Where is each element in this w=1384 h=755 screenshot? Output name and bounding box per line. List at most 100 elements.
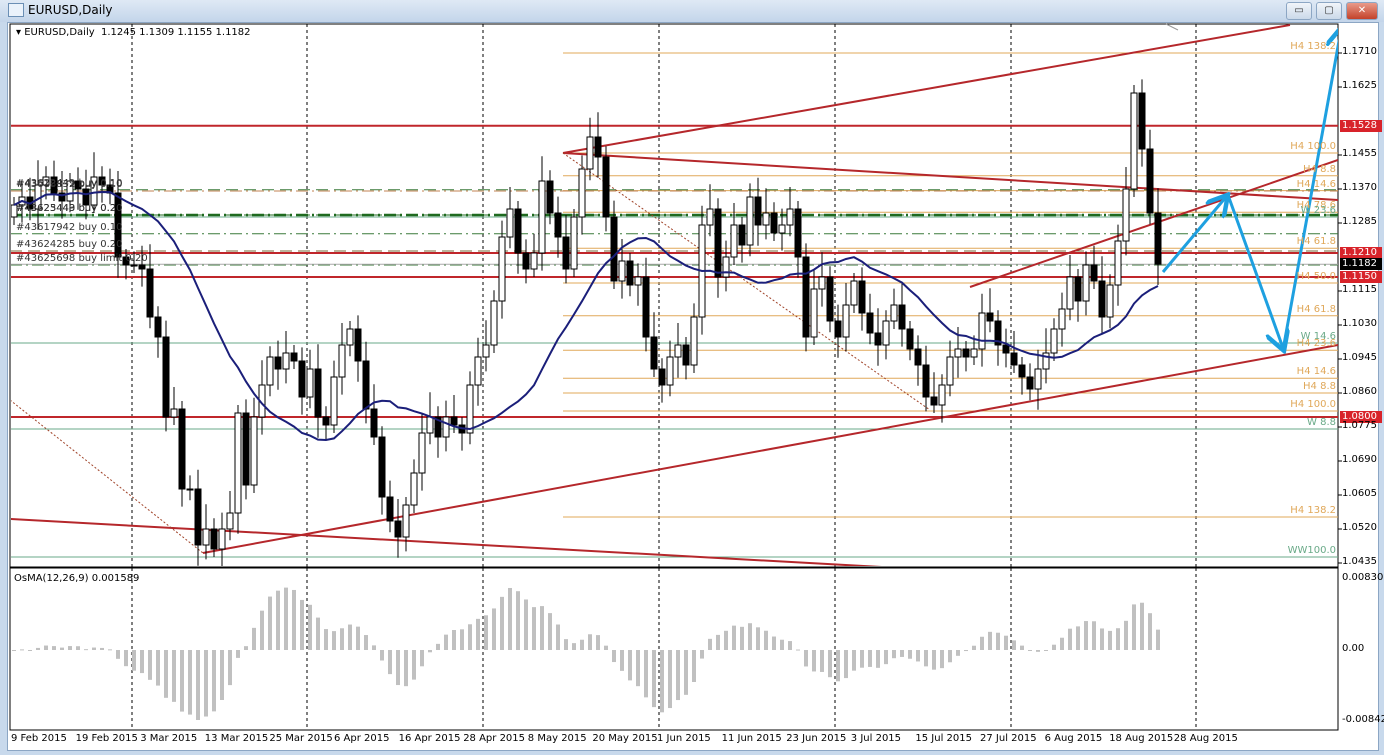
candle (554, 196, 562, 258)
osma-bar (140, 650, 144, 674)
osma-bar (20, 649, 24, 651)
candle (1130, 85, 1138, 197)
osma-bar (1124, 620, 1128, 650)
candle (1146, 129, 1154, 225)
candle (898, 283, 906, 347)
date-axis-label: 25 Mar 2015 (269, 733, 333, 744)
candle (354, 315, 362, 382)
candle (226, 491, 234, 541)
osma-bar (972, 645, 976, 650)
osma-bar (988, 631, 992, 650)
osma-bar (684, 650, 688, 695)
osma-bar (292, 589, 296, 650)
order-label[interactable]: #43623443 buy 0.20 (16, 203, 123, 214)
order-label[interactable]: #43617942 buy 0.10 (16, 222, 123, 233)
osma-bar (100, 647, 104, 650)
osma-bar (828, 650, 832, 678)
candle (266, 346, 274, 397)
candle (810, 269, 818, 345)
price-axis-label: 1.1370 (1342, 182, 1377, 193)
osma-bar (316, 617, 320, 650)
osma-bar (660, 650, 664, 713)
order-label[interactable]: #43622449 buy 0.10 (16, 178, 123, 189)
chart-shift-marker[interactable] (1165, 23, 1179, 31)
candle (994, 310, 1002, 366)
candle (434, 406, 442, 458)
candle (138, 245, 146, 287)
fib-baseline-dotted[interactable] (562, 152, 931, 411)
osma-bar (804, 650, 808, 667)
candle (1002, 328, 1010, 368)
candle (626, 253, 634, 297)
osma-bar (724, 630, 728, 650)
support-resistance-lines[interactable] (10, 124, 1338, 418)
date-axis-label: 28 Aug 2015 (1173, 733, 1238, 744)
projection-arrow-up-1[interactable] (1161, 197, 1226, 273)
osma-bar (1076, 626, 1080, 650)
candle (314, 344, 322, 438)
osma-bar (764, 630, 768, 650)
osma-bar (436, 643, 440, 650)
fib-level-label: WW100.0 (1287, 545, 1336, 556)
osma-bar (708, 638, 712, 650)
osma-bar (468, 624, 472, 650)
candle (562, 215, 570, 284)
fib-level-label: H4 100.0 (1290, 399, 1336, 410)
price-axis-label: 1.0435 (1342, 556, 1377, 567)
candle (674, 323, 682, 378)
candle (178, 401, 186, 507)
osma-bar (532, 607, 536, 650)
osma-bar (380, 650, 384, 661)
candle (642, 257, 650, 352)
price-chart[interactable] (0, 0, 1384, 755)
candle (962, 341, 970, 372)
trendline-upper-channel[interactable] (562, 24, 1291, 154)
osma-bar (692, 650, 696, 682)
osma-bar (876, 650, 880, 668)
candle (482, 320, 490, 372)
osma-bar (596, 635, 600, 650)
osma-bar (36, 647, 40, 650)
price-axis-label: 1.0775 (1342, 420, 1377, 431)
osma-bar (540, 606, 544, 650)
osma-bar (652, 650, 656, 708)
osma-bar (956, 650, 960, 656)
osma-bar (148, 650, 152, 680)
osma-bar (524, 599, 528, 650)
osma-bar (1060, 637, 1064, 650)
candle (194, 469, 202, 566)
osma-bar (372, 645, 376, 650)
fib-level-label: H4 14.6 (1296, 178, 1336, 190)
osma-bar (228, 650, 232, 686)
trendline-bottom[interactable] (10, 518, 900, 568)
osma-bar (1036, 650, 1040, 652)
trendline-descending-resistance[interactable] (562, 152, 1338, 201)
candle (498, 220, 506, 319)
osma-bar (260, 610, 264, 650)
osma-bar (444, 634, 448, 650)
candle (818, 252, 826, 307)
candle (234, 405, 242, 534)
osma-bar (412, 650, 416, 680)
osma-bar (484, 615, 488, 650)
candle (1074, 269, 1082, 322)
osma-bar (1132, 604, 1136, 650)
order-label[interactable]: #43624285 buy 0.20 (16, 239, 123, 250)
osma-bar (612, 650, 616, 663)
osma-bar (812, 650, 816, 672)
osma-bar (244, 646, 248, 650)
date-axis-label: 19 Feb 2015 (75, 733, 138, 744)
osma-bar (756, 627, 760, 650)
osma-bar (1092, 621, 1096, 650)
candle (1010, 331, 1018, 373)
trendline-lower-channel[interactable] (202, 344, 1338, 554)
osma-bar (1148, 613, 1152, 650)
candle (1018, 357, 1026, 395)
collapse-triangle-icon[interactable]: ▾ (16, 27, 21, 38)
order-label[interactable]: #43625698 buy limit 0.20 (16, 253, 148, 264)
candle (250, 397, 258, 493)
osma-bar (948, 650, 952, 663)
osma-bar (868, 650, 872, 667)
candle (442, 400, 450, 452)
osma-bar (908, 650, 912, 659)
